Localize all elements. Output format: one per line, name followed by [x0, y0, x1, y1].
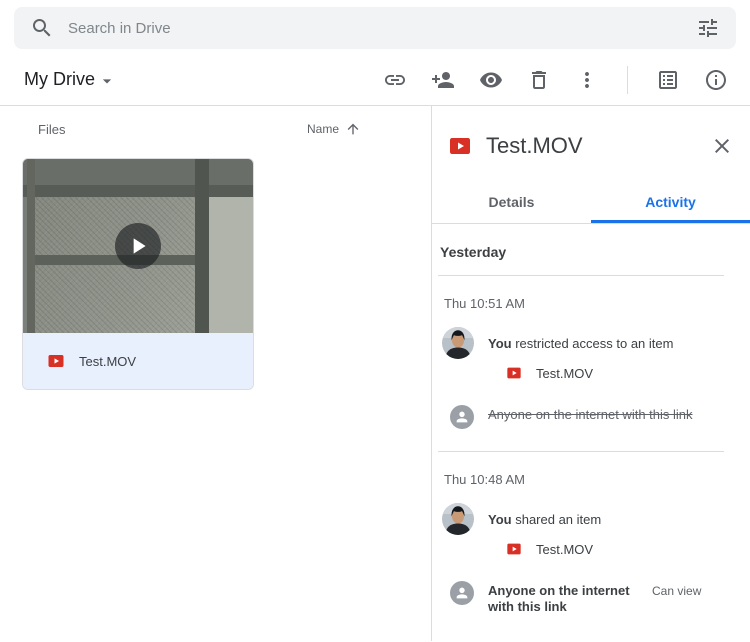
thumbnail-art	[195, 159, 209, 333]
thumbnail-art	[27, 159, 35, 333]
tab-activity[interactable]: Activity	[591, 180, 750, 223]
close-icon	[710, 134, 734, 158]
audience-label: Anyone on the internet with this link	[488, 407, 693, 422]
search-header	[0, 0, 750, 54]
event-audience-row: Anyone on the internet with this link	[450, 405, 726, 429]
toolbar: My Drive	[0, 54, 750, 106]
toolbar-divider	[627, 65, 628, 94]
file-name: Test.MOV	[79, 353, 137, 369]
my-drive-dropdown[interactable]: My Drive	[16, 63, 125, 97]
event-time: Thu 10:51 AM	[444, 296, 525, 311]
get-link-button[interactable]	[375, 60, 415, 100]
tab-bar: Details Activity	[432, 180, 750, 224]
sort-by-name-button[interactable]: Name	[307, 121, 361, 137]
event-action: shared an item	[515, 511, 602, 527]
user-avatar[interactable]	[442, 503, 474, 535]
tab-details[interactable]: Details	[432, 180, 591, 223]
link-icon	[383, 68, 407, 92]
play-button[interactable]	[115, 223, 161, 269]
panel-header: Test.MOV	[432, 106, 750, 180]
anyone-with-link-icon	[450, 581, 474, 605]
event-actor-row: You restricted access to an item	[442, 327, 726, 359]
thumbnail-art	[209, 197, 253, 333]
sort-label: Name	[306, 122, 339, 136]
thumbnail-art	[35, 197, 195, 333]
video-file-icon	[506, 541, 522, 557]
event-time: Thu 10:48 AM	[444, 472, 525, 487]
event-description: You shared an item	[488, 511, 601, 528]
list-view-icon	[656, 68, 680, 92]
person-add-icon	[431, 68, 455, 92]
audience-label: Anyone on the internet with this link	[488, 583, 630, 614]
location-label: My Drive	[24, 69, 95, 89]
close-panel-button[interactable]	[702, 126, 742, 166]
event-file-name: Test.MOV	[536, 365, 594, 381]
search-icon[interactable]	[30, 16, 54, 40]
file-card-footer[interactable]: Test.MOV	[23, 333, 253, 389]
google-drive-app: My Drive	[0, 0, 750, 641]
video-file-icon	[448, 134, 472, 158]
panel-title: Test.MOV	[486, 133, 583, 158]
search-input[interactable]	[68, 19, 682, 37]
event-file-link[interactable]: Test.MOV	[506, 541, 726, 557]
event-actor: You	[488, 511, 512, 527]
trash-icon	[527, 68, 551, 92]
user-avatar[interactable]	[442, 327, 474, 359]
event-actor: You	[488, 335, 512, 351]
video-file-icon	[47, 352, 65, 370]
more-vert-icon	[575, 68, 599, 92]
eye-icon	[479, 68, 503, 92]
share-button[interactable]	[423, 60, 463, 100]
activity-feed: Yesterday Thu 10:51 AM You restricted ac…	[432, 224, 750, 641]
preview-button[interactable]	[471, 60, 511, 100]
activity-event: Thu 10:51 AM You restricted access to an…	[432, 276, 750, 429]
files-area: Files Name Test.MOV	[0, 106, 431, 641]
file-card[interactable]: Test.MOV	[22, 158, 254, 390]
toolbar-actions	[367, 60, 736, 100]
event-description: You restricted access to an item	[488, 335, 673, 352]
chevron-down-icon	[97, 71, 117, 91]
arrow-up-icon	[345, 121, 361, 137]
info-button[interactable]	[696, 60, 736, 100]
content: Files Name Test.MOV Test.MOV Details Act…	[0, 106, 750, 641]
thumbnail-art	[23, 185, 253, 197]
anyone-with-link-icon	[450, 405, 474, 429]
video-thumbnail[interactable]	[23, 159, 253, 333]
search-options-icon[interactable]	[696, 16, 720, 40]
activity-day-label: Yesterday	[440, 244, 507, 260]
files-header: Files Name	[0, 106, 431, 152]
event-actor-row: You shared an item	[442, 503, 726, 535]
list-view-button[interactable]	[648, 60, 688, 100]
activity-event: Thu 10:48 AM You shared an item Test.MOV	[432, 452, 750, 615]
permission-label: Can view	[652, 584, 702, 598]
event-action: restricted access to an item	[515, 335, 674, 351]
more-options-button[interactable]	[567, 60, 607, 100]
info-icon	[704, 68, 728, 92]
delete-button[interactable]	[519, 60, 559, 100]
event-file-name: Test.MOV	[536, 541, 594, 557]
search-bar[interactable]	[14, 7, 736, 49]
video-file-icon	[506, 365, 522, 381]
event-audience-row: Anyone on the internet with this link Ca…	[450, 581, 726, 615]
files-label: Files	[38, 121, 66, 137]
event-file-link[interactable]: Test.MOV	[506, 365, 726, 381]
details-panel: Test.MOV Details Activity Yesterday Thu …	[431, 106, 750, 641]
thumbnail-art	[23, 159, 253, 185]
thumbnail-art	[35, 255, 195, 265]
